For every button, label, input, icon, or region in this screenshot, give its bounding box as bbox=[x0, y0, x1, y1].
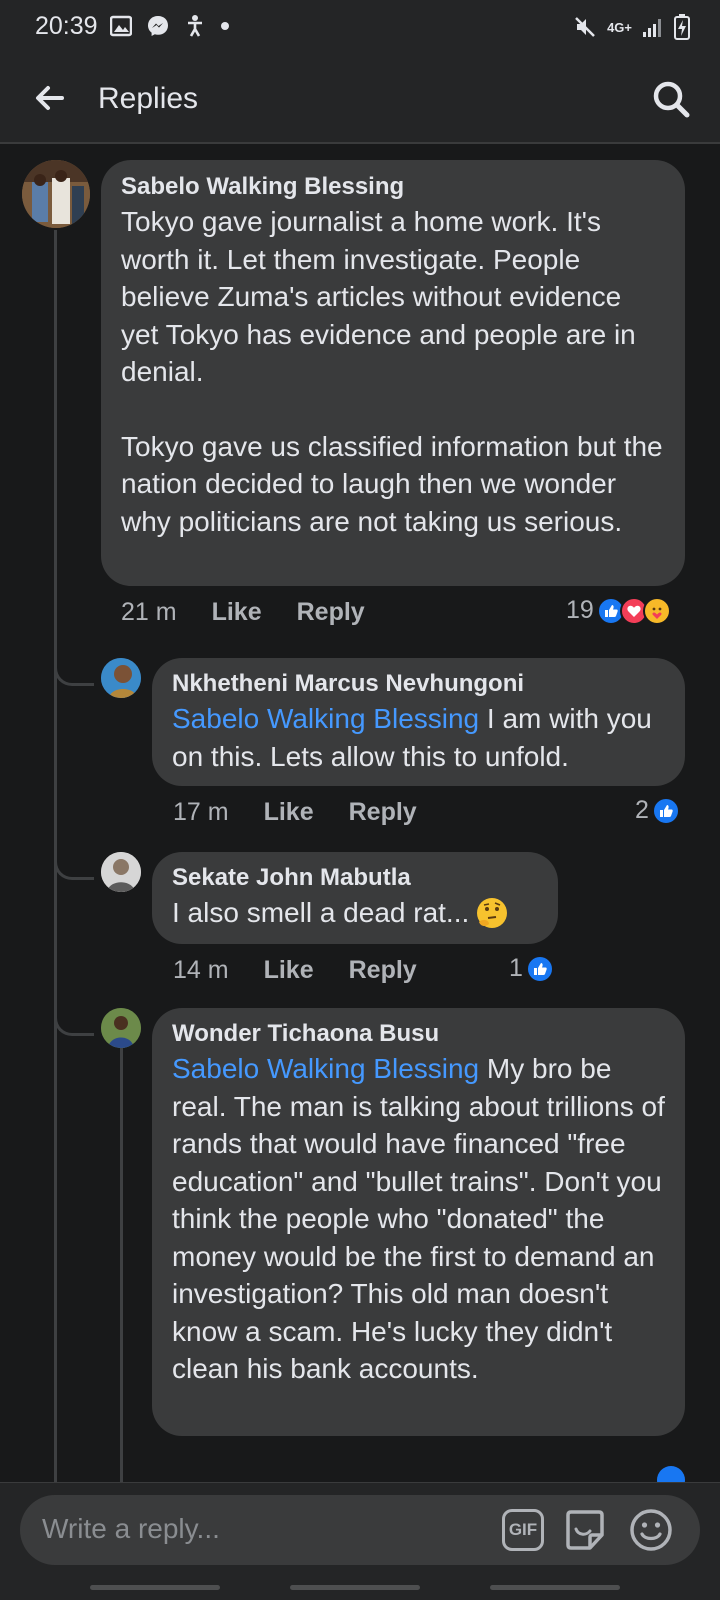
sticker-icon[interactable] bbox=[562, 1507, 608, 1553]
reaction-count: 2 bbox=[635, 796, 649, 824]
search-icon[interactable] bbox=[650, 78, 692, 120]
status-icons-left bbox=[110, 14, 230, 38]
mention-link[interactable]: Sabelo Walking Blessing bbox=[172, 1053, 479, 1084]
thread-connector bbox=[54, 860, 94, 880]
reply-button[interactable]: Reply bbox=[349, 798, 417, 827]
thinking-face-icon bbox=[477, 897, 508, 928]
image-icon bbox=[110, 15, 132, 37]
battery-icon bbox=[674, 14, 690, 40]
reaction-count: 19 bbox=[566, 596, 594, 624]
comment-time: 17 m bbox=[173, 798, 229, 826]
like-icon bbox=[657, 1466, 685, 1482]
comment-bubble[interactable]: Sabelo Walking Blessing Tokyo gave journ… bbox=[101, 160, 685, 586]
thread-connector bbox=[54, 666, 94, 686]
comment-actions: 21 m Like Reply bbox=[121, 598, 365, 627]
avatar[interactable] bbox=[101, 658, 141, 698]
like-button[interactable]: Like bbox=[264, 956, 314, 985]
dot-icon bbox=[221, 22, 229, 30]
accessibility-icon bbox=[188, 15, 202, 37]
comment-time: 14 m bbox=[173, 956, 229, 984]
thread-line bbox=[54, 230, 57, 1482]
comment-time: 21 m bbox=[121, 598, 177, 626]
like-icon bbox=[651, 796, 680, 825]
4g-icon: 4G+ bbox=[607, 19, 632, 35]
reply-composer-bar: Write a reply... GIF bbox=[0, 1482, 720, 1600]
like-button[interactable]: Like bbox=[264, 798, 314, 827]
comment-body: I also smell a dead rat... bbox=[172, 897, 470, 928]
reply-input[interactable]: Write a reply... GIF bbox=[20, 1495, 700, 1565]
signal-icon bbox=[643, 19, 661, 37]
comment-actions: 14 m Like Reply bbox=[173, 956, 417, 985]
messenger-icon bbox=[148, 16, 168, 36]
reply-placeholder: Write a reply... bbox=[42, 1513, 220, 1544]
comment-text: Tokyo gave journalist a home work. It's … bbox=[121, 206, 636, 387]
reply-button[interactable]: Reply bbox=[349, 956, 417, 985]
reaction-summary[interactable]: 1 bbox=[509, 954, 554, 983]
avatar[interactable] bbox=[101, 1008, 141, 1048]
comment-text: Sabelo Walking Blessing I am with you on… bbox=[172, 700, 665, 775]
comment-text: Sabelo Walking Blessing My bro be real. … bbox=[172, 1050, 665, 1388]
avatar[interactable] bbox=[22, 160, 90, 228]
comment-author[interactable]: Sabelo Walking Blessing bbox=[121, 173, 665, 201]
care-icon bbox=[642, 596, 671, 625]
comment-bubble[interactable]: Sekate John Mabutla I also smell a dead … bbox=[152, 852, 558, 944]
status-bar: 20:39 4G+ bbox=[0, 0, 720, 56]
gif-button[interactable]: GIF bbox=[502, 1509, 544, 1551]
comment-thread: Sabelo Walking Blessing Tokyo gave journ… bbox=[0, 146, 720, 1482]
comment-actions: 17 m Like Reply bbox=[173, 798, 417, 827]
reaction-count: 1 bbox=[509, 954, 523, 982]
avatar[interactable] bbox=[101, 852, 141, 892]
comment-author[interactable]: Wonder Tichaona Busu bbox=[172, 1020, 665, 1048]
comment-author[interactable]: Nkhetheni Marcus Nevhungoni bbox=[172, 670, 665, 698]
status-icons-right: 4G+ bbox=[573, 14, 690, 40]
comment-body: My bro be real. The man is talking about… bbox=[172, 1053, 665, 1384]
status-time: 20:39 bbox=[35, 12, 98, 40]
smiley-icon[interactable] bbox=[628, 1507, 674, 1553]
nav-handle bbox=[90, 1585, 220, 1590]
thread-connector bbox=[54, 1016, 94, 1036]
nav-handle bbox=[490, 1585, 620, 1590]
thread-line bbox=[120, 1048, 123, 1482]
comment-text: Tokyo gave us classified information but… bbox=[121, 430, 663, 537]
like-icon bbox=[525, 954, 554, 983]
comment-bubble[interactable]: Wonder Tichaona Busu Sabelo Walking Bles… bbox=[152, 1008, 685, 1436]
comment-author[interactable]: Sekate John Mabutla bbox=[172, 864, 538, 892]
like-button[interactable]: Like bbox=[212, 598, 262, 627]
comment-bubble[interactable]: Nkhetheni Marcus Nevhungoni Sabelo Walki… bbox=[152, 658, 685, 786]
reaction-summary[interactable]: 2 bbox=[635, 796, 680, 825]
reaction-summary[interactable]: 19 bbox=[566, 596, 671, 625]
mute-icon bbox=[575, 17, 595, 37]
mention-link[interactable]: Sabelo Walking Blessing bbox=[172, 703, 479, 734]
reply-button[interactable]: Reply bbox=[297, 598, 365, 627]
comment-text: I also smell a dead rat... bbox=[172, 894, 538, 932]
back-arrow-icon[interactable] bbox=[32, 80, 68, 116]
app-header: Replies bbox=[0, 56, 720, 144]
page-title: Replies bbox=[98, 82, 199, 115]
nav-handle bbox=[290, 1585, 420, 1590]
